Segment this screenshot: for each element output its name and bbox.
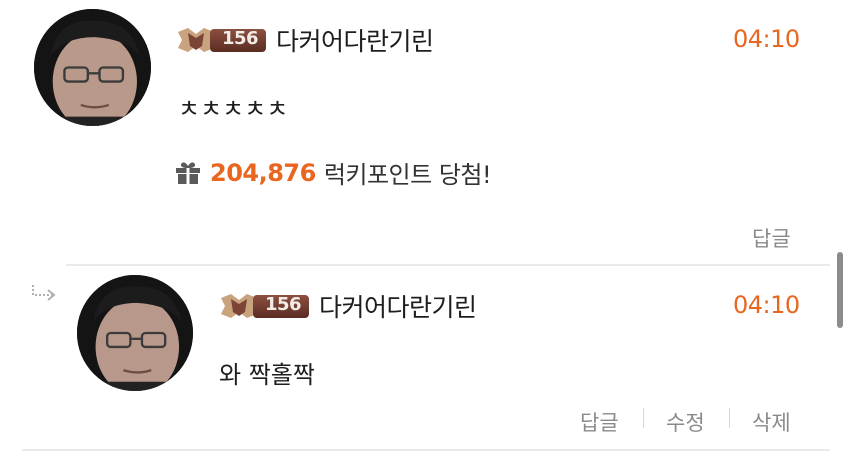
gift-icon [176, 161, 200, 184]
reply-timestamp: 04:10 [733, 291, 800, 319]
action-separator [643, 408, 644, 428]
timestamp: 04:10 [733, 25, 800, 53]
action-separator [729, 408, 730, 428]
reply-rank-level: 156 [265, 294, 302, 315]
bottom-divider [22, 449, 830, 451]
reply-rank-badge: 156 [219, 290, 311, 322]
rank-badge: 156 [176, 24, 268, 56]
comment-divider [66, 264, 830, 266]
reply-arrow-icon [32, 285, 56, 301]
delete-button[interactable]: 삭제 [752, 407, 791, 437]
comment-text: ㅊㅊㅊㅊㅊ [178, 95, 289, 123]
lucky-points-value: 204,876 [210, 158, 316, 187]
nickname[interactable]: 다커어다란기린 [276, 22, 434, 58]
scrollbar[interactable] [837, 252, 843, 328]
reply-avatar[interactable] [77, 275, 193, 391]
rank-level: 156 [222, 28, 259, 49]
lucky-points-label: 럭키포인트 당첨! [323, 161, 492, 189]
edit-button[interactable]: 수정 [666, 407, 705, 437]
reply-button[interactable]: 답글 [752, 223, 791, 253]
reply-text: 와 짝홀짝 [219, 361, 315, 389]
lucky-point-notice: 204,876 럭키포인트 당첨! [174, 155, 492, 190]
avatar[interactable] [34, 9, 151, 126]
reply-reply-button[interactable]: 답글 [580, 407, 619, 437]
reply-nickname[interactable]: 다커어다란기린 [319, 288, 477, 324]
